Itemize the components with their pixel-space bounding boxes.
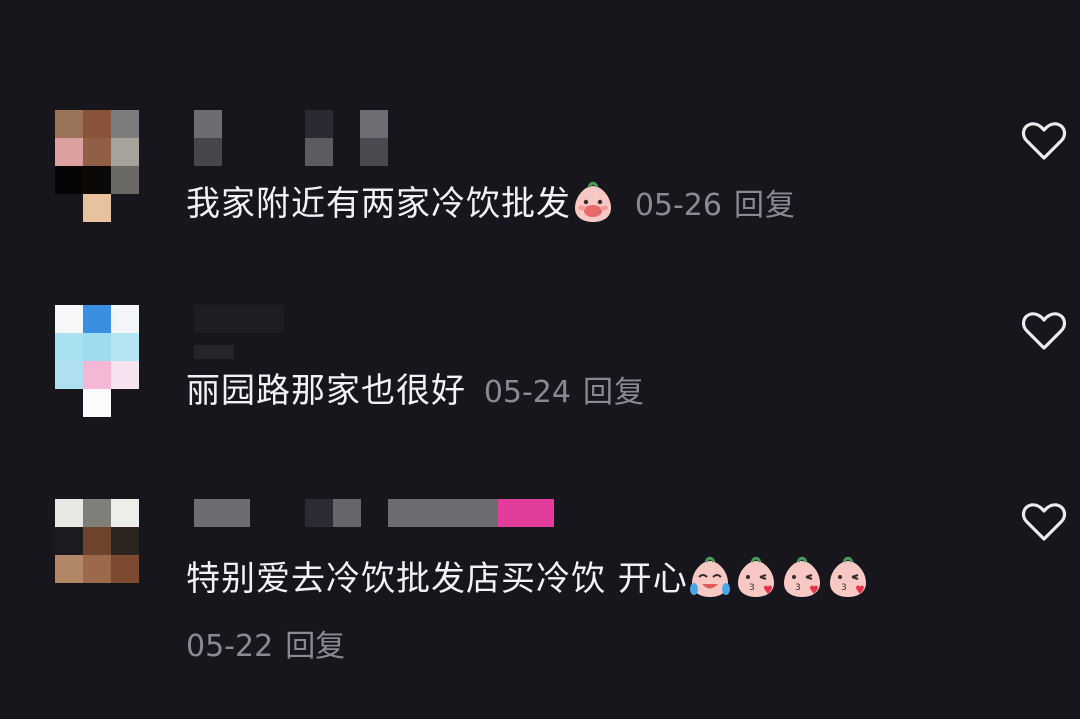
svg-text:3: 3 bbox=[841, 583, 848, 593]
reply-button[interactable]: 回复 bbox=[583, 375, 645, 410]
peach-blowing-kiss-icon: 3 bbox=[829, 556, 866, 597]
username-blurred[interactable] bbox=[194, 499, 564, 555]
peach-blowing-kiss-icon: 3 bbox=[783, 556, 820, 597]
reply-button[interactable]: 回复 bbox=[734, 188, 796, 223]
heart-outline-icon[interactable] bbox=[1020, 308, 1068, 352]
svg-text:3: 3 bbox=[795, 583, 802, 593]
comment-text: 丽园路那家也很好 bbox=[186, 371, 466, 411]
avatar[interactable] bbox=[55, 305, 139, 417]
comment-line: 特别爱去冷饮批发店买冷饮 开心 3 3 3 bbox=[186, 555, 872, 601]
comment-date: 05-24 bbox=[483, 375, 571, 410]
username-blurred[interactable] bbox=[194, 305, 314, 361]
avatar[interactable] bbox=[55, 499, 139, 611]
reply-button[interactable]: 回复 bbox=[285, 629, 345, 664]
heart-outline-icon[interactable] bbox=[1020, 499, 1068, 543]
comment-text: 我家附近有两家冷饮批发 bbox=[186, 184, 571, 224]
comment-date: 05-26 bbox=[634, 188, 722, 223]
svg-text:3: 3 bbox=[749, 583, 756, 593]
username-blurred[interactable] bbox=[194, 110, 394, 166]
peach-crying-laughing-icon bbox=[689, 556, 730, 597]
comment-date: 05-22 bbox=[186, 629, 274, 664]
heart-outline-icon[interactable] bbox=[1020, 118, 1068, 162]
comment-line: 我家附近有两家冷饮批发 05-26 回复 bbox=[186, 180, 796, 228]
peach-blowing-kiss-icon: 3 bbox=[737, 556, 774, 597]
peach-emoji-icon bbox=[575, 181, 611, 222]
comment-line: 丽园路那家也很好 05-24 回复 bbox=[186, 369, 645, 415]
avatar[interactable] bbox=[55, 110, 139, 222]
comment-text: 特别爱去冷饮批发店买冷饮 开心 bbox=[186, 559, 688, 599]
comment-meta: 05-22 回复 bbox=[186, 621, 345, 665]
